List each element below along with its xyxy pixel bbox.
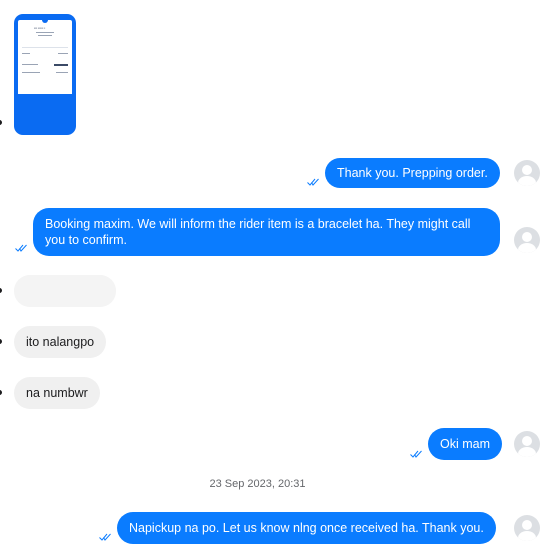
receipt-line xyxy=(58,53,68,54)
user-avatar-icon[interactable] xyxy=(514,431,540,457)
receipt-line xyxy=(22,64,38,65)
message-text: Napickup na po. Let us know nlng once re… xyxy=(129,521,484,535)
double-check-icon xyxy=(99,533,111,541)
receipt-paper: ▪▪▪ ▪▪▪▪▪ ▪ xyxy=(18,17,72,94)
double-check-icon xyxy=(307,178,319,186)
partner-avatar-edge xyxy=(0,120,2,125)
message-text: ito nalangpo xyxy=(26,335,95,349)
partner-avatar-edge xyxy=(0,339,2,344)
receipt-zigzag-edge xyxy=(18,92,72,96)
receipt-divider xyxy=(22,47,68,48)
message-bubble-outgoing[interactable]: Booking maxim. We will inform the rider … xyxy=(33,208,500,256)
receipt-amount-line xyxy=(54,64,68,66)
user-avatar-icon[interactable] xyxy=(514,227,540,253)
message-text: na numbwr xyxy=(26,386,88,400)
message-bubble-outgoing[interactable]: Thank you. Prepping order. xyxy=(325,158,500,188)
receipt-header-line: ▪▪▪ ▪▪▪▪▪ ▪ xyxy=(34,26,46,30)
receipt-logo-icon xyxy=(42,17,48,23)
receipt-image-attachment[interactable]: ▪▪▪ ▪▪▪▪▪ ▪ xyxy=(14,14,76,135)
user-avatar-icon[interactable] xyxy=(514,515,540,541)
receipt-line xyxy=(22,72,40,73)
message-bubble-outgoing[interactable]: Oki mam xyxy=(428,428,502,460)
message-bubble-incoming[interactable]: ito nalangpo xyxy=(14,326,107,358)
user-avatar-icon[interactable] xyxy=(514,160,540,186)
message-text: Oki mam xyxy=(440,437,490,451)
receipt-line xyxy=(22,53,30,54)
receipt-line xyxy=(38,35,52,36)
double-check-icon xyxy=(15,244,27,252)
double-check-icon xyxy=(410,450,422,458)
conversation-timestamp: 23 Sep 2023, 20:31 xyxy=(209,478,306,490)
message-bubble-outgoing[interactable]: Napickup na po. Let us know nlng once re… xyxy=(117,512,496,544)
message-text: Booking maxim. We will inform the rider … xyxy=(45,217,471,247)
receipt-line xyxy=(36,32,54,33)
receipt-line xyxy=(56,72,68,73)
partner-avatar-edge xyxy=(0,390,2,395)
partner-avatar-edge xyxy=(0,288,2,293)
message-bubble-incoming-blank[interactable] xyxy=(14,275,116,307)
message-bubble-incoming[interactable]: na numbwr xyxy=(14,377,100,409)
message-text: Thank you. Prepping order. xyxy=(337,166,488,180)
